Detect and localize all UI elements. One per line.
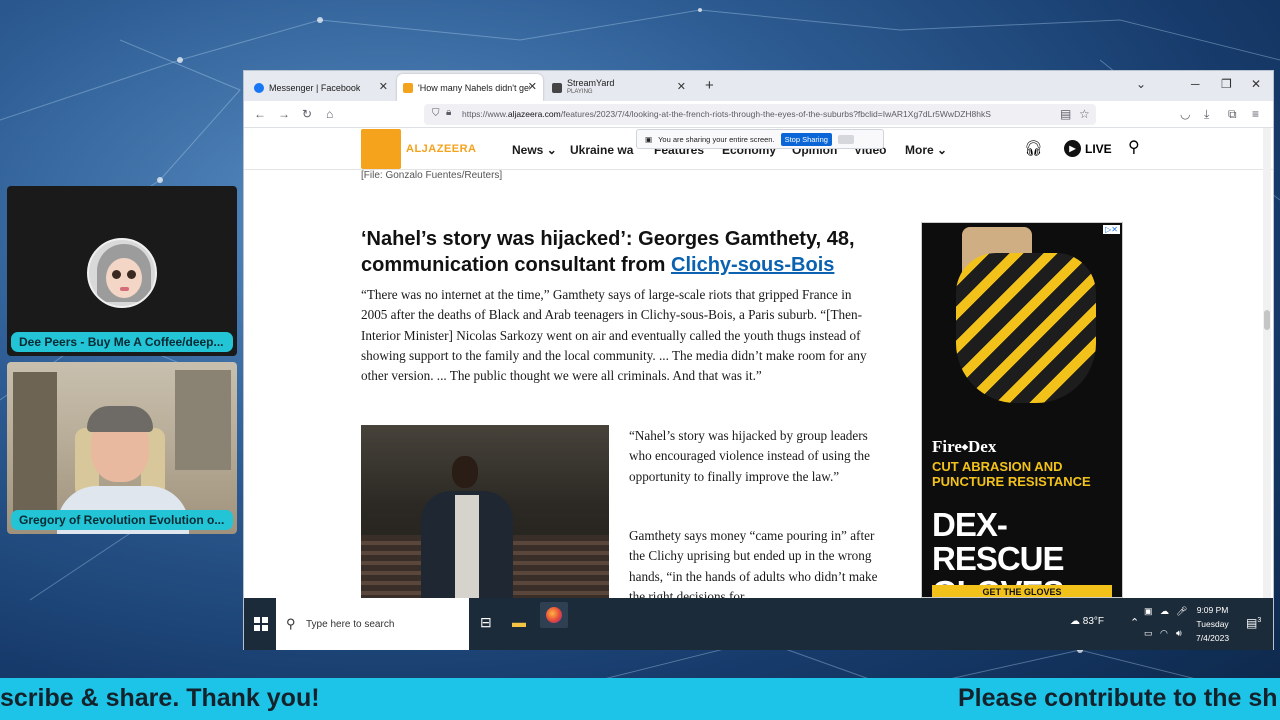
- participant-tile: Dee Peers - Buy Me A Coffee/deep...: [7, 186, 237, 356]
- onedrive-icon[interactable]: ☁︎: [1160, 606, 1169, 617]
- taskbar: ⚲ Type here to search ⊟ ▬ ☁︎ 83°F ⌃ ▣ ☁︎…: [244, 598, 1273, 650]
- ad-cta-button[interactable]: GET THE GLOVES: [932, 585, 1112, 597]
- paragraph: “Nahel’s story was hijacked by group lea…: [629, 428, 870, 484]
- home-icon[interactable]: ⌂: [326, 107, 333, 121]
- article-subheading: ‘Nahel’s story was hijacked’: Georges Ga…: [361, 228, 855, 276]
- weather-widget[interactable]: ☁︎ 83°F: [1070, 616, 1104, 627]
- tab-streamyard[interactable]: StreamYard PLAYING ✕: [546, 74, 692, 101]
- extensions-icon[interactable]: ⧉: [1228, 107, 1237, 122]
- article-photo: [361, 425, 609, 598]
- glove-image: [956, 253, 1096, 403]
- lock-icon[interactable]: 🔒︎: [446, 107, 451, 118]
- ticker-text: Please contribute to the sh: [958, 684, 1278, 712]
- search-icon[interactable]: ⚲: [1128, 137, 1140, 157]
- clichy-link[interactable]: Clichy-sous-Bois: [671, 254, 834, 276]
- new-tab-button[interactable]: +: [705, 77, 714, 94]
- paragraph: Gamthety says money “came pouring in” af…: [629, 528, 878, 598]
- file-explorer-icon[interactable]: ▬: [512, 614, 526, 630]
- tab-list-icon[interactable]: ⌄: [1136, 77, 1146, 91]
- microphone-icon[interactable]: 🎤︎: [1176, 606, 1187, 617]
- task-view-icon[interactable]: ⊟: [480, 614, 492, 631]
- web-page: ALJAZEERA News ⌄ Ukraine war Features Ec…: [244, 128, 1273, 598]
- download-icon[interactable]: ⤓: [1204, 107, 1209, 122]
- screen-share-icon: ▣: [645, 134, 653, 144]
- live-button[interactable]: ▶ LIVE: [1064, 140, 1112, 157]
- screen-sharing-bar: ▣ You are sharing your entire screen. St…: [636, 129, 884, 149]
- volume-icon[interactable]: 🔊︎: [1176, 628, 1182, 639]
- participant-name: Dee Peers - Buy Me A Coffee/deep...: [11, 332, 233, 352]
- forward-icon[interactable]: →: [278, 107, 290, 121]
- participant-name: Gregory of Revolution Evolution o...: [11, 510, 233, 530]
- navigation-bar: ← → ↻ ⌂ ⛉ 🔒︎ https://www.aljazeera.com/f…: [244, 101, 1273, 128]
- wifi-icon[interactable]: ◠: [1160, 628, 1168, 639]
- stop-sharing-button[interactable]: Stop Sharing: [780, 132, 832, 146]
- nav-more[interactable]: More ⌄: [905, 143, 947, 157]
- nav-news[interactable]: News ⌄: [512, 143, 557, 157]
- firefox-icon[interactable]: [540, 602, 568, 628]
- chevron-up-icon[interactable]: ⌃: [1130, 616, 1139, 629]
- page-scrollbar[interactable]: [1263, 128, 1271, 598]
- participant-tile: Gregory of Revolution Evolution o...: [7, 362, 237, 534]
- facebook-icon: [254, 82, 264, 93]
- search-icon: ⚲: [286, 616, 296, 631]
- ticker-text: scribe & share. Thank you!: [0, 684, 320, 712]
- nav-ukraine-war[interactable]: Ukraine war: [570, 143, 634, 157]
- battery-icon[interactable]: ▭: [1144, 628, 1153, 639]
- reader-view-icon[interactable]: ▤: [1060, 107, 1071, 121]
- tab-messenger[interactable]: Messenger | Facebook ✕: [248, 74, 394, 101]
- aljazeera-logo[interactable]: [361, 129, 401, 169]
- hide-sharing-bar-button[interactable]: [837, 134, 854, 144]
- system-clock[interactable]: 9:09 PM Tuesday 7/4/2023: [1196, 603, 1229, 645]
- back-icon[interactable]: ←: [254, 107, 266, 121]
- minimize-icon[interactable]: ─: [1191, 77, 1200, 91]
- play-icon: ▶: [1064, 140, 1081, 157]
- ad-choices-icon[interactable]: ▷✕: [1103, 225, 1120, 234]
- browser-window: Messenger | Facebook ✕ 'How many Nahels …: [243, 70, 1274, 650]
- tab-bar: Messenger | Facebook ✕ 'How many Nahels …: [244, 71, 1273, 101]
- close-tab-icon[interactable]: ✕: [379, 80, 388, 93]
- paragraph: “There was no internet at the time,” Gam…: [361, 287, 867, 384]
- close-window-icon[interactable]: ✕: [1251, 77, 1261, 91]
- aljazeera-icon: [403, 82, 413, 93]
- tab-aljazeera[interactable]: 'How many Nahels didn't get fi ✕: [397, 74, 543, 101]
- ad-tagline: CUT ABRASION AND PUNCTURE RESISTANCE: [932, 459, 1091, 489]
- address-bar[interactable]: ⛉ 🔒︎ https://www.aljazeera.com/features/…: [424, 104, 1096, 125]
- advertisement[interactable]: ▷✕ Fire⬩Dex CUT ABRASION AND PUNCTURE RE…: [921, 222, 1123, 598]
- ad-brand: Fire⬩Dex: [932, 437, 997, 456]
- windows-start-icon[interactable]: [254, 617, 268, 631]
- close-tab-icon[interactable]: ✕: [528, 80, 537, 93]
- menu-icon[interactable]: ≡: [1252, 107, 1259, 121]
- close-tab-icon[interactable]: ✕: [677, 80, 686, 93]
- avatar: [87, 238, 157, 308]
- shield-icon[interactable]: ⛉: [432, 108, 440, 119]
- teams-icon[interactable]: ▣: [1144, 606, 1153, 617]
- headphones-icon[interactable]: 🎧︎: [1024, 139, 1043, 157]
- reload-icon[interactable]: ↻: [302, 107, 312, 121]
- maximize-icon[interactable]: ❐: [1221, 77, 1232, 91]
- cloud-icon: ☁︎: [1070, 616, 1080, 627]
- photo-caption: [File: Gonzalo Fuentes/Reuters]: [361, 170, 503, 181]
- speaker-icon: [552, 82, 562, 93]
- scrolling-ticker: scribe & share. Thank you! Please contri…: [0, 678, 1280, 720]
- taskbar-search-input[interactable]: ⚲ Type here to search: [276, 598, 469, 650]
- notification-icon[interactable]: ▤3: [1246, 616, 1261, 630]
- bookmark-star-icon[interactable]: ☆: [1079, 107, 1090, 121]
- pocket-icon[interactable]: ◡: [1180, 107, 1190, 121]
